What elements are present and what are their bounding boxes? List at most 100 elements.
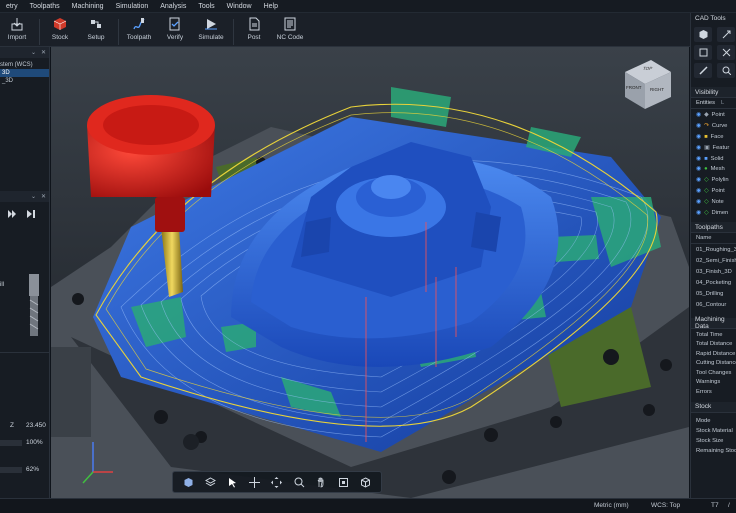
entity-row[interactable]: ◉ ● Mesh	[691, 164, 736, 175]
chevron-down-icon[interactable]: ⌄	[31, 193, 36, 200]
close-icon[interactable]: ✕	[41, 193, 46, 200]
menu-geometry[interactable]: etry	[0, 3, 24, 10]
layers-button[interactable]	[203, 475, 217, 489]
select-button[interactable]	[226, 475, 240, 489]
entity-row[interactable]: ◉ ◇ Polylin	[691, 175, 736, 186]
eye-icon[interactable]: ◉	[696, 199, 701, 205]
machining-row: Cutting Distance	[696, 360, 736, 367]
skip-end-icon[interactable]	[27, 210, 36, 218]
eye-icon[interactable]: ◉	[696, 188, 701, 194]
post-document-icon	[249, 17, 260, 31]
move-button[interactable]	[248, 475, 262, 489]
eye-icon[interactable]: ◉	[696, 123, 701, 129]
toolpaths-title: Toolpaths	[691, 222, 736, 233]
expand-tool-button[interactable]	[717, 45, 735, 60]
entity-row[interactable]: ◉ ■ Face	[691, 132, 736, 143]
import-icon	[11, 18, 23, 31]
entity-row[interactable]: ◉ ◇ Point	[691, 186, 736, 197]
entity-row[interactable]: ◉ ◇ Dimen	[691, 207, 736, 218]
link-tool-button[interactable]	[717, 27, 735, 42]
iso-view-button[interactable]	[359, 475, 373, 489]
cube-tool-button[interactable]	[694, 27, 712, 42]
ribbon-separator	[233, 19, 234, 45]
point-icon: ◇	[704, 187, 709, 194]
simulate-button[interactable]: Simulate	[194, 17, 228, 41]
pan-button[interactable]	[270, 475, 284, 489]
zoom-button[interactable]	[292, 475, 306, 489]
entity-row[interactable]: ◉ ◇ Note	[691, 196, 736, 207]
viewcube-front-label: FRONT	[626, 85, 642, 90]
toolpath-button[interactable]: Toolpath	[122, 17, 156, 41]
menu-toolpaths[interactable]: Toolpaths	[24, 3, 66, 10]
toolpath-row[interactable]: 03_Finish_3D	[691, 266, 736, 277]
chevron-down-icon[interactable]: ⌄	[31, 49, 36, 56]
menu-simulation[interactable]: Simulation	[110, 3, 155, 10]
units-status: Metric (mm)	[594, 502, 629, 509]
entity-label: Curve	[711, 123, 728, 130]
entity-row[interactable]: ◉ ■ Solid	[691, 153, 736, 164]
pan-arrows-icon	[271, 476, 283, 488]
verify-button[interactable]: Verify	[158, 17, 192, 41]
status-extra: /	[728, 502, 730, 509]
eye-icon[interactable]: ◉	[696, 134, 701, 140]
eye-icon[interactable]: ◉	[696, 210, 701, 216]
hand-icon	[317, 477, 324, 487]
entity-row[interactable]: ◉ ↷ Curve	[691, 121, 736, 132]
shaded-view-button[interactable]	[181, 475, 195, 489]
close-icon[interactable]: ✕	[41, 49, 46, 56]
eye-icon[interactable]: ◉	[696, 166, 701, 172]
solid-icon: ■	[704, 155, 708, 162]
percent-value-1: 100%	[26, 439, 43, 446]
fit-view-button[interactable]	[337, 475, 351, 489]
nc-code-button[interactable]: NC Code	[273, 17, 307, 41]
hand-button[interactable]	[314, 475, 328, 489]
eye-icon[interactable]: ◉	[696, 156, 701, 162]
nc-code-icon	[284, 17, 296, 31]
transform-tool-button[interactable]	[694, 45, 712, 60]
entity-label: Face	[710, 133, 724, 140]
slider-bar[interactable]	[0, 467, 22, 473]
menu-help[interactable]: Help	[258, 3, 284, 10]
simulate-play-icon	[205, 19, 217, 30]
import-button[interactable]: Import	[0, 17, 34, 41]
search-tool-button[interactable]	[717, 63, 735, 78]
tree-item-selected[interactable]: 3D	[0, 69, 49, 77]
toolpath-row[interactable]: 04_Pocketing	[691, 277, 736, 288]
tab-entities[interactable]: Entities	[696, 100, 715, 106]
link-icon	[722, 30, 730, 39]
menu-analysis[interactable]: Analysis	[154, 3, 192, 10]
entity-row[interactable]: ◉ ▣ Featur	[691, 142, 736, 153]
viewcube-right-label: RIGHT	[650, 87, 664, 92]
measure-tool-button[interactable]	[694, 63, 712, 78]
visibility-title: Visibility	[691, 87, 736, 98]
entity-label: Note	[711, 198, 724, 205]
entity-label: Point	[711, 187, 725, 194]
setup-button[interactable]: Setup	[79, 17, 113, 41]
z-value[interactable]: 23.450	[26, 422, 46, 429]
fast-forward-icon[interactable]	[8, 210, 17, 218]
zoom-icon	[294, 477, 305, 487]
3d-viewport[interactable]: TOP FRONT RIGHT	[51, 47, 689, 498]
stock-button[interactable]: Stock	[43, 17, 77, 41]
menu-window[interactable]: Window	[221, 3, 258, 10]
eye-icon[interactable]: ◉	[696, 112, 701, 118]
eye-icon[interactable]: ◉	[696, 177, 701, 183]
toolpath-row[interactable]: 02_Semi_Finish	[691, 255, 736, 266]
post-button[interactable]: Post	[237, 17, 271, 41]
slider-bar[interactable]	[0, 440, 22, 446]
cad-tools-title: CAD Tools	[691, 13, 736, 24]
tree-item[interactable]: _3D	[0, 77, 49, 85]
tree-item[interactable]: stem (WCS)	[0, 61, 49, 69]
toolpath-row[interactable]: 06_Contour	[691, 299, 736, 310]
toolpath-row[interactable]: 05_Drilling	[691, 288, 736, 299]
playback-panel-header: ⌄ ✕	[0, 191, 49, 202]
tool-status: T7	[711, 502, 719, 509]
tab-layers[interactable]: L	[721, 100, 724, 106]
toolpath-row[interactable]: 01_Roughing_3	[691, 244, 736, 255]
eye-icon[interactable]: ◉	[696, 145, 701, 151]
note-icon: ◇	[704, 198, 709, 205]
menu-tools[interactable]: Tools	[192, 3, 220, 10]
menu-machining[interactable]: Machining	[66, 3, 110, 10]
entity-row[interactable]: ◉ ◆ Point	[691, 110, 736, 121]
stock-row: Stock Size	[696, 437, 724, 444]
